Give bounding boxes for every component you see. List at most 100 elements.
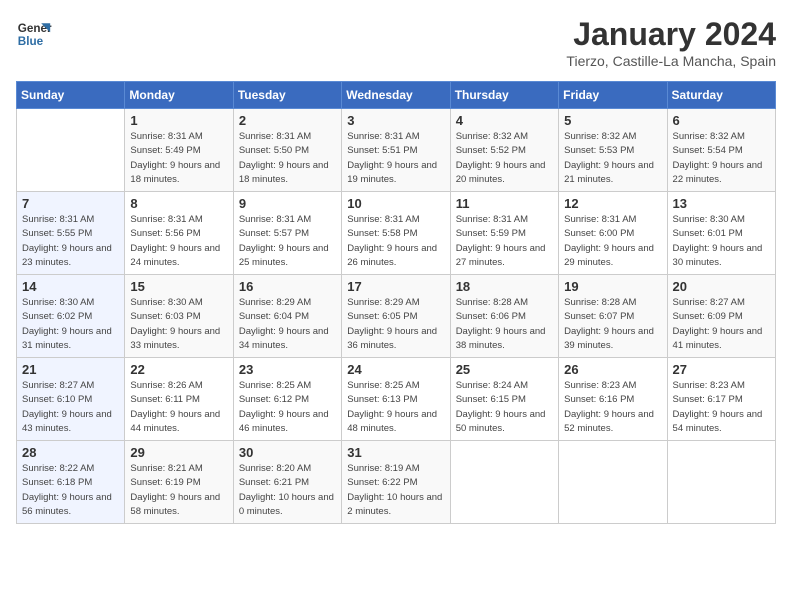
day-info: Sunrise: 8:25 AMSunset: 6:12 PMDaylight:… [239, 380, 329, 434]
logo-icon: General Blue [16, 16, 52, 52]
day-number: 13 [673, 196, 770, 211]
calendar-cell: 4 Sunrise: 8:32 AMSunset: 5:52 PMDayligh… [450, 109, 558, 192]
calendar-cell: 21 Sunrise: 8:27 AMSunset: 6:10 PMDaylig… [17, 358, 125, 441]
week-row-3: 14 Sunrise: 8:30 AMSunset: 6:02 PMDaylig… [17, 275, 776, 358]
day-info: Sunrise: 8:31 AMSunset: 5:58 PMDaylight:… [347, 214, 437, 268]
logo: General Blue [16, 16, 52, 52]
day-number: 30 [239, 445, 336, 460]
day-number: 31 [347, 445, 444, 460]
month-title: January 2024 [566, 16, 776, 53]
day-info: Sunrise: 8:31 AMSunset: 5:55 PMDaylight:… [22, 214, 112, 268]
day-info: Sunrise: 8:25 AMSunset: 6:13 PMDaylight:… [347, 380, 437, 434]
calendar-cell: 7 Sunrise: 8:31 AMSunset: 5:55 PMDayligh… [17, 192, 125, 275]
day-info: Sunrise: 8:27 AMSunset: 6:10 PMDaylight:… [22, 380, 112, 434]
svg-text:Blue: Blue [18, 35, 44, 48]
day-info: Sunrise: 8:31 AMSunset: 6:00 PMDaylight:… [564, 214, 654, 268]
day-number: 24 [347, 362, 444, 377]
day-header-sunday: Sunday [17, 82, 125, 109]
calendar-cell: 12 Sunrise: 8:31 AMSunset: 6:00 PMDaylig… [559, 192, 667, 275]
calendar-cell: 23 Sunrise: 8:25 AMSunset: 6:12 PMDaylig… [233, 358, 341, 441]
header-row: SundayMondayTuesdayWednesdayThursdayFrid… [17, 82, 776, 109]
day-info: Sunrise: 8:21 AMSunset: 6:19 PMDaylight:… [130, 463, 220, 517]
calendar-cell: 29 Sunrise: 8:21 AMSunset: 6:19 PMDaylig… [125, 441, 233, 524]
day-info: Sunrise: 8:26 AMSunset: 6:11 PMDaylight:… [130, 380, 220, 434]
page-header: General Blue January 2024 Tierzo, Castil… [16, 16, 776, 69]
calendar-cell: 10 Sunrise: 8:31 AMSunset: 5:58 PMDaylig… [342, 192, 450, 275]
day-number: 19 [564, 279, 661, 294]
title-area: January 2024 Tierzo, Castille-La Mancha,… [566, 16, 776, 69]
calendar-cell: 27 Sunrise: 8:23 AMSunset: 6:17 PMDaylig… [667, 358, 775, 441]
day-header-wednesday: Wednesday [342, 82, 450, 109]
day-info: Sunrise: 8:24 AMSunset: 6:15 PMDaylight:… [456, 380, 546, 434]
calendar-cell [667, 441, 775, 524]
calendar-cell: 15 Sunrise: 8:30 AMSunset: 6:03 PMDaylig… [125, 275, 233, 358]
day-number: 20 [673, 279, 770, 294]
day-number: 21 [22, 362, 119, 377]
calendar-cell: 2 Sunrise: 8:31 AMSunset: 5:50 PMDayligh… [233, 109, 341, 192]
day-info: Sunrise: 8:27 AMSunset: 6:09 PMDaylight:… [673, 297, 763, 351]
day-info: Sunrise: 8:28 AMSunset: 6:07 PMDaylight:… [564, 297, 654, 351]
calendar-cell: 16 Sunrise: 8:29 AMSunset: 6:04 PMDaylig… [233, 275, 341, 358]
calendar-cell [450, 441, 558, 524]
calendar-cell: 18 Sunrise: 8:28 AMSunset: 6:06 PMDaylig… [450, 275, 558, 358]
day-info: Sunrise: 8:28 AMSunset: 6:06 PMDaylight:… [456, 297, 546, 351]
day-info: Sunrise: 8:31 AMSunset: 5:56 PMDaylight:… [130, 214, 220, 268]
calendar-cell: 14 Sunrise: 8:30 AMSunset: 6:02 PMDaylig… [17, 275, 125, 358]
day-number: 10 [347, 196, 444, 211]
day-info: Sunrise: 8:32 AMSunset: 5:53 PMDaylight:… [564, 131, 654, 185]
day-info: Sunrise: 8:31 AMSunset: 5:59 PMDaylight:… [456, 214, 546, 268]
day-info: Sunrise: 8:23 AMSunset: 6:16 PMDaylight:… [564, 380, 654, 434]
day-number: 12 [564, 196, 661, 211]
day-number: 1 [130, 113, 227, 128]
calendar-cell: 19 Sunrise: 8:28 AMSunset: 6:07 PMDaylig… [559, 275, 667, 358]
day-number: 2 [239, 113, 336, 128]
day-info: Sunrise: 8:30 AMSunset: 6:03 PMDaylight:… [130, 297, 220, 351]
day-header-thursday: Thursday [450, 82, 558, 109]
day-number: 14 [22, 279, 119, 294]
calendar-cell: 9 Sunrise: 8:31 AMSunset: 5:57 PMDayligh… [233, 192, 341, 275]
day-info: Sunrise: 8:20 AMSunset: 6:21 PMDaylight:… [239, 463, 334, 517]
day-info: Sunrise: 8:29 AMSunset: 6:04 PMDaylight:… [239, 297, 329, 351]
calendar-cell: 28 Sunrise: 8:22 AMSunset: 6:18 PMDaylig… [17, 441, 125, 524]
calendar-cell: 8 Sunrise: 8:31 AMSunset: 5:56 PMDayligh… [125, 192, 233, 275]
week-row-1: 1 Sunrise: 8:31 AMSunset: 5:49 PMDayligh… [17, 109, 776, 192]
day-header-saturday: Saturday [667, 82, 775, 109]
week-row-2: 7 Sunrise: 8:31 AMSunset: 5:55 PMDayligh… [17, 192, 776, 275]
location-subtitle: Tierzo, Castille-La Mancha, Spain [566, 53, 776, 69]
day-number: 3 [347, 113, 444, 128]
day-number: 5 [564, 113, 661, 128]
calendar-cell: 30 Sunrise: 8:20 AMSunset: 6:21 PMDaylig… [233, 441, 341, 524]
day-info: Sunrise: 8:31 AMSunset: 5:50 PMDaylight:… [239, 131, 329, 185]
day-number: 23 [239, 362, 336, 377]
day-info: Sunrise: 8:22 AMSunset: 6:18 PMDaylight:… [22, 463, 112, 517]
day-info: Sunrise: 8:32 AMSunset: 5:52 PMDaylight:… [456, 131, 546, 185]
day-info: Sunrise: 8:30 AMSunset: 6:02 PMDaylight:… [22, 297, 112, 351]
calendar-cell [17, 109, 125, 192]
calendar-cell: 20 Sunrise: 8:27 AMSunset: 6:09 PMDaylig… [667, 275, 775, 358]
day-number: 26 [564, 362, 661, 377]
day-number: 8 [130, 196, 227, 211]
day-number: 22 [130, 362, 227, 377]
day-number: 28 [22, 445, 119, 460]
calendar-cell: 17 Sunrise: 8:29 AMSunset: 6:05 PMDaylig… [342, 275, 450, 358]
day-info: Sunrise: 8:31 AMSunset: 5:51 PMDaylight:… [347, 131, 437, 185]
day-info: Sunrise: 8:32 AMSunset: 5:54 PMDaylight:… [673, 131, 763, 185]
calendar-table: SundayMondayTuesdayWednesdayThursdayFrid… [16, 81, 776, 524]
calendar-cell: 25 Sunrise: 8:24 AMSunset: 6:15 PMDaylig… [450, 358, 558, 441]
week-row-4: 21 Sunrise: 8:27 AMSunset: 6:10 PMDaylig… [17, 358, 776, 441]
week-row-5: 28 Sunrise: 8:22 AMSunset: 6:18 PMDaylig… [17, 441, 776, 524]
calendar-cell: 24 Sunrise: 8:25 AMSunset: 6:13 PMDaylig… [342, 358, 450, 441]
day-number: 11 [456, 196, 553, 211]
day-number: 17 [347, 279, 444, 294]
day-info: Sunrise: 8:31 AMSunset: 5:57 PMDaylight:… [239, 214, 329, 268]
day-number: 29 [130, 445, 227, 460]
calendar-cell: 31 Sunrise: 8:19 AMSunset: 6:22 PMDaylig… [342, 441, 450, 524]
calendar-cell: 13 Sunrise: 8:30 AMSunset: 6:01 PMDaylig… [667, 192, 775, 275]
day-info: Sunrise: 8:30 AMSunset: 6:01 PMDaylight:… [673, 214, 763, 268]
day-number: 25 [456, 362, 553, 377]
day-info: Sunrise: 8:23 AMSunset: 6:17 PMDaylight:… [673, 380, 763, 434]
day-header-tuesday: Tuesday [233, 82, 341, 109]
calendar-cell: 1 Sunrise: 8:31 AMSunset: 5:49 PMDayligh… [125, 109, 233, 192]
day-number: 4 [456, 113, 553, 128]
day-header-friday: Friday [559, 82, 667, 109]
